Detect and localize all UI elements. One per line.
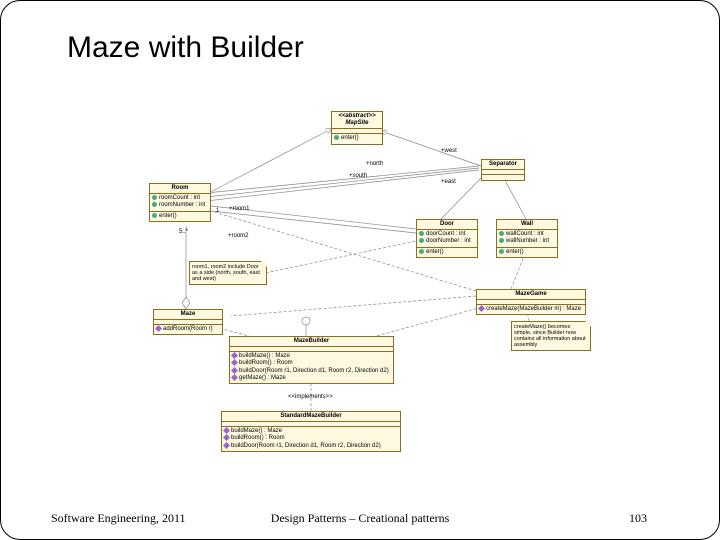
label-room2: +room2 <box>228 233 249 239</box>
op: enter() <box>506 249 524 255</box>
class-room: Room roomCount : int roomNumber : int en… <box>149 183 211 222</box>
op: enter() <box>159 213 177 219</box>
class-separator: Separator <box>481 159 525 181</box>
class-name: Door <box>417 220 477 230</box>
op: buildRoom() : Room <box>231 436 285 442</box>
op: buildRoom() : Room <box>239 361 293 367</box>
class-mazegame: MazeGame createMaze(MazeBuilder m) : Maz… <box>476 289 586 315</box>
stereotype: <<abstract>> <box>334 113 380 120</box>
label-south: +south <box>349 173 367 179</box>
class-name: Room <box>150 184 210 194</box>
label-north: +north <box>366 161 383 167</box>
op: enter() <box>426 249 444 255</box>
label-implements: <<implements>> <box>288 394 333 400</box>
footer-center: Design Patterns – Creational patterns <box>1 511 719 526</box>
label-one: 1 <box>216 208 219 214</box>
class-mazebuilder: MazeBuilder buildMaze() : Maze buildRoom… <box>229 336 394 384</box>
label-room1: +room1 <box>229 206 250 212</box>
attr: wallNumber : int <box>506 239 549 245</box>
class-name: MapSite <box>334 120 380 127</box>
op: enter() <box>341 135 359 141</box>
attr: doorCount : int <box>426 231 465 237</box>
class-name: Maze <box>154 310 222 320</box>
label-west: +west <box>441 148 457 154</box>
class-standardmazebuilder: StandardMazeBuilder buildMaze() : Maze b… <box>221 411 401 452</box>
note-createmaze: createMaze() becomes simple, since Build… <box>511 321 591 351</box>
class-door: Door doorCount : int doorNumber : int en… <box>416 219 478 258</box>
class-wall: Wall wallCount : int wallNumber : int en… <box>496 219 558 258</box>
note-roomdoor: room1, room2 include Door as a side (nor… <box>189 261 267 285</box>
attr: wallCount : int <box>506 231 544 237</box>
op: buildMaze() : Maze <box>239 353 290 359</box>
label-five: 5..* <box>179 229 188 235</box>
op: createMaze(MazeBuilder m) : Maze <box>486 306 581 312</box>
class-mapsite: <<abstract>> MapSite enter() <box>331 111 383 145</box>
slide-title: Maze with Builder <box>67 31 304 65</box>
attr: roomCount : int <box>159 195 200 201</box>
op: addRoom(Room r) <box>163 326 213 332</box>
class-name: MazeBuilder <box>230 337 393 347</box>
label-east: +east <box>441 179 456 185</box>
attr: doorNumber : int <box>426 239 471 245</box>
class-name: Separator <box>482 160 524 170</box>
attr: roomNumber : int <box>159 203 205 209</box>
op: buildDoor(Room r1, Direction d1, Room r2… <box>239 368 389 374</box>
footer-right: 103 <box>629 511 647 526</box>
op: buildMaze() : Maze <box>231 428 282 434</box>
class-name: Wall <box>497 220 557 230</box>
class-name: MazeGame <box>477 290 585 300</box>
class-maze: Maze addRoom(Room r) <box>153 309 223 335</box>
op: getMaze() : Maze <box>239 375 286 381</box>
class-name: StandardMazeBuilder <box>222 412 400 422</box>
op: buildDoor(Room r1, Direction d1, Room r2… <box>231 443 381 449</box>
uml-diagram: <<abstract>> MapSite enter() Room roomCo… <box>131 111 631 471</box>
